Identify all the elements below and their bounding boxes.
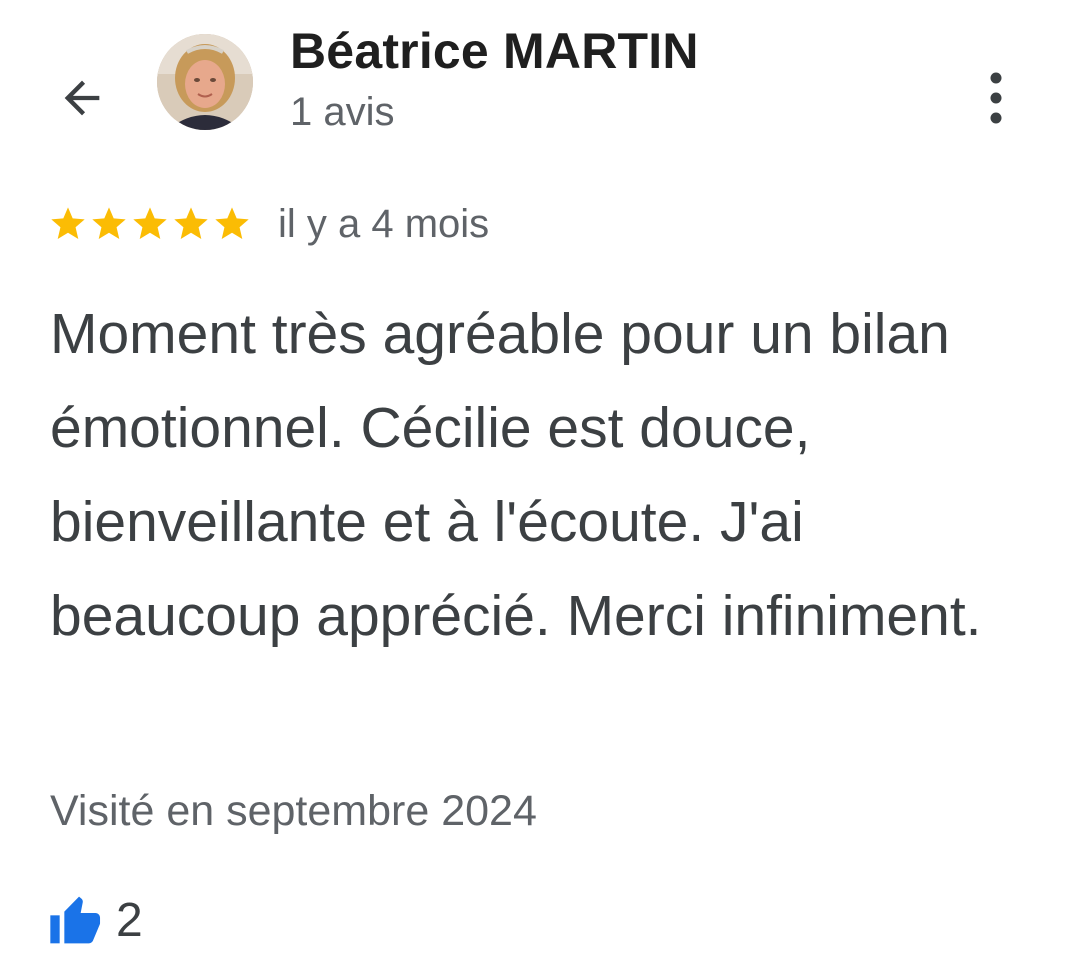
star-rating (48, 204, 252, 244)
rating-row: il y a 4 mois (48, 198, 489, 250)
star-icon (92, 207, 126, 239)
more-options-button[interactable] (968, 62, 1024, 134)
reviewer-review-count: 1 avis (290, 90, 395, 134)
star-icon (133, 207, 167, 239)
star-icon (215, 207, 249, 239)
review-date: il y a 4 mois (278, 201, 490, 246)
reviewer-name[interactable]: Béatrice MARTIN (290, 22, 699, 80)
visit-date: Visité en septembre 2024 (50, 787, 537, 835)
like-count: 2 (116, 893, 143, 947)
review-text: Moment très agréable pour un bilan émoti… (50, 302, 982, 648)
back-button[interactable] (50, 66, 114, 130)
avatar[interactable] (157, 34, 253, 130)
thumbs-up-icon (50, 896, 101, 944)
review-header: Béatrice MARTIN 1 avis (0, 0, 1080, 170)
arrow-back-icon (64, 80, 100, 116)
star-icon (174, 207, 208, 239)
more-vert-icon (990, 72, 1002, 124)
star-icon (51, 207, 85, 239)
like-button[interactable]: 2 (48, 890, 143, 950)
